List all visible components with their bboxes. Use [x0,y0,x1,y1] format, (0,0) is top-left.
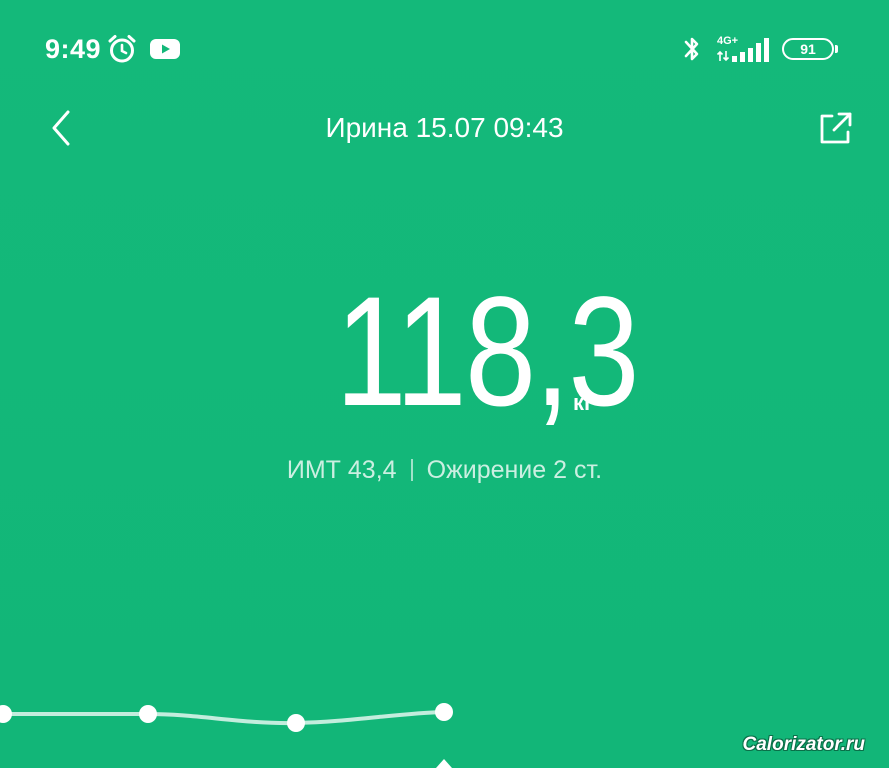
trend-point-selected[interactable] [435,703,453,721]
bmi-summary: ИМТ 43,4 Ожирение 2 ст. [0,454,889,486]
share-button[interactable] [812,106,858,152]
battery-icon: 91 [782,38,834,60]
trend-line [0,710,445,726]
trend-point[interactable] [139,705,157,723]
bluetooth-icon [684,37,699,61]
trend-point[interactable] [0,705,12,723]
share-icon [820,112,852,144]
status-bar: 9:49 4G+ 91 [0,0,889,100]
data-arrows-icon [716,50,730,62]
battery-tip [835,45,838,53]
signal-icon [732,38,769,62]
youtube-icon [150,39,180,59]
obesity-category: Ожирение 2 ст. [426,456,603,484]
bmi-value: ИМТ 43,4 [286,456,397,484]
weight-value: 118,3 [335,265,639,439]
battery-level: 91 [800,41,816,57]
status-time: 9:49 [45,34,102,64]
watermark: Calorizator.ru [742,734,865,755]
separator [410,459,413,481]
selection-marker [436,759,452,768]
trend-point[interactable] [287,714,305,732]
weight-unit: кг [573,390,594,415]
weight-detail-screen: 9:49 4G+ 91 Ирина 15.07 09:43 118,3 кг И… [0,0,889,768]
alarm-clock-icon [108,35,136,63]
page-title: Ирина 15.07 09:43 [325,112,564,143]
